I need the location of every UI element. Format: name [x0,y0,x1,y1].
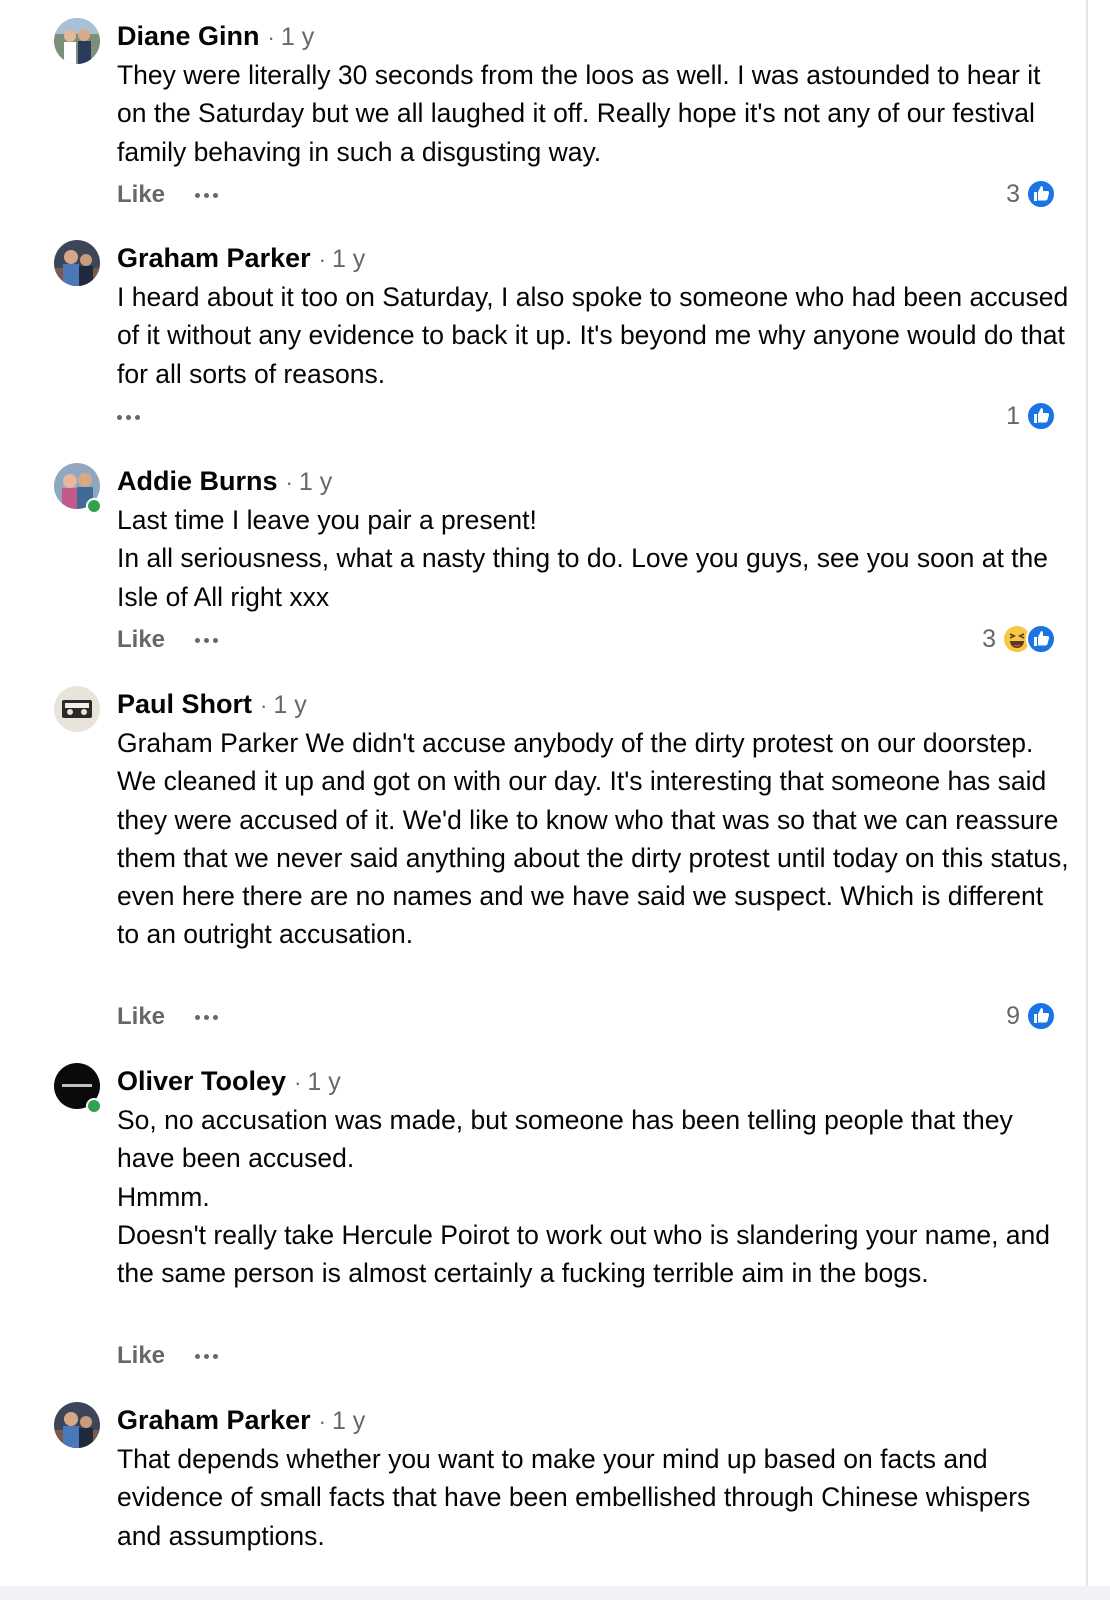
comment-text: They were literally 30 seconds from the … [117,60,1041,167]
like-button[interactable]: Like [117,1342,165,1370]
comment-header: Graham Parker · 1 y [117,1402,365,1440]
comment-text: That depends whether you want to make yo… [117,1444,1031,1551]
comment-actions: Like [117,180,219,210]
more-options-icon[interactable] [117,414,140,420]
author-name[interactable]: Oliver Tooley [117,1066,286,1096]
like-button[interactable]: Like [117,1003,165,1031]
comment-header: Diane Ginn · 1 y [117,18,314,56]
online-status-indicator [86,1098,102,1114]
timestamp[interactable]: 1 y [332,245,365,273]
separator: · [318,247,326,272]
separator: · [294,1070,302,1095]
author-name[interactable]: Graham Parker [117,1405,311,1435]
comment-item: Oliver Tooley · 1 y So, no accusation was … [0,1045,1088,1385]
timestamp[interactable]: 1 y [332,1407,365,1435]
comment-item: Graham Parker · 1 y I heard about it too o… [0,222,1088,444]
avatar[interactable] [54,240,100,286]
like-button[interactable]: Like [117,181,165,209]
more-options-icon[interactable] [195,1353,219,1359]
separator: · [285,470,293,495]
comment-text: Last time I leave you pair a present! In… [117,505,1049,612]
comment-item: Addie Burns · 1 y Last time I leave you pa… [0,445,1088,667]
reaction-count: 1 [1006,401,1020,430]
reactions-summary[interactable]: 3 [1006,178,1056,210]
timestamp[interactable]: 1 y [299,468,332,496]
comment-item: Paul Short · 1 y Graham Parker We didn't a… [0,668,1088,1044]
like-button[interactable]: Like [117,626,165,654]
like-icon [1026,401,1056,431]
comment-header: Paul Short · 1 y [117,686,307,724]
comment-item: Graham Parker · 1 y That depends whether y… [0,1384,1088,1600]
comment-actions: Like [117,1341,219,1371]
reactions-summary[interactable]: 3 [982,623,1056,655]
comment-header: Graham Parker · 1 y [117,240,365,278]
more-options-icon[interactable] [195,1014,219,1020]
comment-actions [117,402,140,432]
author-name[interactable]: Diane Ginn [117,21,260,51]
separator: · [260,693,268,718]
like-icon [1026,624,1056,654]
timestamp[interactable]: 1 y [307,1068,340,1096]
comment-text: Graham Parker We didn't accuse anybody o… [117,728,1069,950]
comment-text: So, no accusation was made, but someone … [117,1105,1051,1289]
reaction-count: 3 [982,624,996,653]
separator: · [318,1409,326,1434]
comment-actions: Like [117,1002,219,1032]
avatar[interactable] [54,1402,100,1448]
like-icon [1026,1001,1056,1031]
more-options-icon[interactable] [195,637,219,643]
reactions-summary[interactable]: 9 [1006,1000,1056,1032]
avatar[interactable] [54,686,100,732]
timestamp[interactable]: 1 y [281,23,314,51]
separator: · [267,25,275,50]
comment-header: Addie Burns · 1 y [117,463,332,501]
timestamp[interactable]: 1 y [273,691,306,719]
avatar[interactable] [54,18,100,64]
comment-header: Oliver Tooley · 1 y [117,1063,341,1101]
reaction-count: 9 [1006,1001,1020,1030]
bottom-edge [0,1586,1110,1600]
reactions-summary[interactable]: 1 [1006,400,1056,432]
comment-item: Diane Ginn · 1 y They were literally 30 se… [0,0,1088,222]
author-name[interactable]: Addie Burns [117,466,278,496]
author-name[interactable]: Paul Short [117,689,252,719]
author-name[interactable]: Graham Parker [117,243,311,273]
comment-text: I heard about it too on Saturday, I also… [117,282,1069,389]
reaction-count: 3 [1006,179,1020,208]
more-options-icon[interactable] [195,192,219,198]
comment-actions: Like [117,625,219,655]
online-status-indicator [86,498,102,514]
like-icon [1026,179,1056,209]
